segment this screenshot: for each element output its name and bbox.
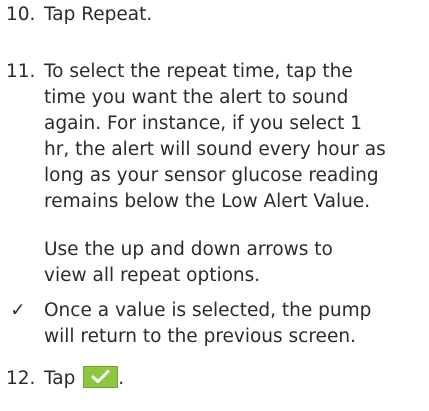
step-text-line: time you want the alert to sound	[44, 87, 349, 108]
check-icon	[91, 370, 110, 383]
step-note-line: view all repeat options.	[44, 265, 261, 286]
step-text-line: long as your sensor glucose reading	[44, 165, 379, 186]
result-text: Once a value is selected, the pump will …	[44, 298, 421, 350]
result-text-line: will return to the previous screen.	[44, 326, 356, 347]
check-mark-icon: ✓	[10, 300, 26, 321]
step-text: Tap Repeat.	[44, 2, 421, 28]
step-text: Tap .	[44, 366, 421, 392]
step-number: 11.	[6, 61, 36, 82]
repeat-label: Repeat	[81, 4, 147, 25]
step-text-line: remains below the Low Alert Value.	[44, 191, 371, 212]
step-text-suffix: .	[146, 4, 153, 25]
step-text-prefix: Tap	[44, 368, 76, 389]
step-note: Use the up and down arrows to view all r…	[44, 237, 421, 289]
step-text-suffix: .	[118, 368, 125, 389]
step-text-line: hr, the alert will sound every hour as	[44, 139, 386, 160]
step-note-line: Use the up and down arrows to	[44, 239, 333, 260]
step-number: 10.	[6, 4, 36, 25]
step-12: 12. Tap .	[6, 366, 421, 394]
step-text: To select the repeat time, tap the time …	[44, 59, 421, 215]
step-10: 10. Tap Repeat.	[6, 2, 421, 30]
step-text-line: again. For instance, if you select 1	[44, 113, 362, 134]
step-text-line: To select the repeat time, tap the	[44, 61, 353, 82]
result-text-line: Once a value is selected, the pump	[44, 300, 372, 321]
step-number: 12.	[6, 368, 36, 389]
confirm-button	[83, 366, 119, 388]
result-note: ✓ Once a value is selected, the pump wil…	[6, 298, 421, 354]
step-text-prefix: Tap	[44, 4, 82, 25]
step-11: 11. To select the repeat time, tap the t…	[6, 59, 421, 299]
